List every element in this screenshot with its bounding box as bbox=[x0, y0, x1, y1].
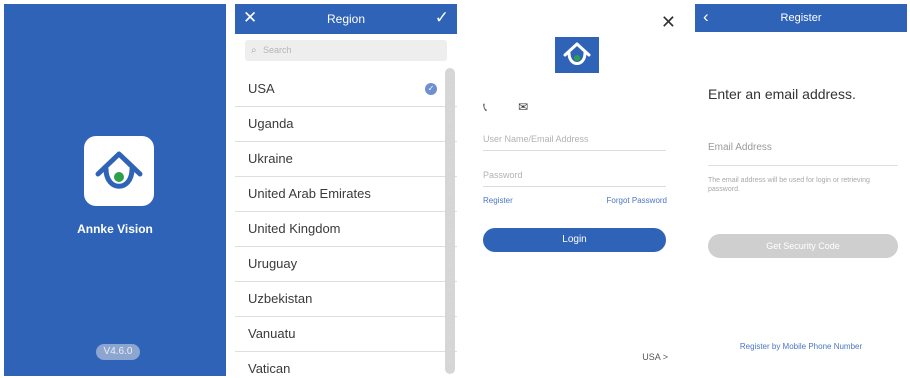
forgot-password-link[interactable]: Forgot Password bbox=[607, 196, 667, 205]
register-header: ‹ Register bbox=[695, 4, 907, 32]
index-tick[interactable]: · bbox=[445, 116, 455, 128]
index-tick[interactable]: · bbox=[445, 248, 455, 260]
list-item[interactable]: Vanuatu bbox=[235, 317, 457, 352]
field-divider bbox=[483, 150, 666, 151]
username-field[interactable]: User Name/Email Address bbox=[483, 134, 589, 144]
index-tick[interactable]: · bbox=[445, 272, 455, 284]
index-tick[interactable]: · bbox=[445, 308, 455, 320]
list-item[interactable]: United Arab Emirates bbox=[235, 177, 457, 212]
house-logo-icon bbox=[555, 37, 599, 73]
index-tick[interactable]: · bbox=[445, 80, 455, 92]
index-tick[interactable]: · bbox=[445, 224, 455, 236]
house-logo-icon bbox=[84, 136, 154, 206]
register-heading: Enter an email address. bbox=[708, 86, 856, 102]
chevron-right-icon: > bbox=[662, 352, 668, 362]
region-label: USA bbox=[642, 352, 661, 362]
search-input[interactable]: ⌕ Search bbox=[245, 40, 447, 61]
register-link[interactable]: Register bbox=[483, 196, 513, 205]
index-tick[interactable]: · bbox=[445, 332, 455, 344]
index-tick[interactable]: · bbox=[445, 236, 455, 248]
region-screen: ✕ Region ✓ ⌕ Search USA ✓ Uganda Ukraine… bbox=[235, 4, 457, 376]
list-item[interactable]: Vatican bbox=[235, 352, 457, 376]
register-by-phone-link[interactable]: Register by Mobile Phone Number bbox=[695, 342, 907, 351]
search-placeholder: Search bbox=[263, 45, 292, 55]
list-item[interactable]: USA ✓ bbox=[235, 72, 457, 107]
index-tick[interactable]: · bbox=[445, 260, 455, 272]
country-list: USA ✓ Uganda Ukraine United Arab Emirate… bbox=[235, 72, 457, 376]
close-icon[interactable]: ✕ bbox=[661, 12, 676, 33]
index-tick[interactable]: · bbox=[445, 356, 455, 368]
index-tick[interactable]: · bbox=[445, 200, 455, 212]
index-tick[interactable]: · bbox=[445, 164, 455, 176]
index-tick[interactable]: · bbox=[445, 296, 455, 308]
alphabet-index-scrollbar[interactable]: · · · · · · · · · · · · · · · · · · · · · · · · · bbox=[445, 68, 455, 374]
search-icon: ⌕ bbox=[251, 45, 257, 56]
list-item[interactable]: Uruguay bbox=[235, 247, 457, 282]
register-screen: ‹ Register Enter an email address. Email… bbox=[695, 4, 907, 376]
list-item[interactable]: Ukraine bbox=[235, 142, 457, 177]
index-tick[interactable]: · bbox=[445, 128, 455, 140]
envelope-icon[interactable]: ✉ bbox=[518, 100, 528, 114]
index-tick[interactable]: · bbox=[445, 284, 455, 296]
index-tick[interactable]: · bbox=[445, 188, 455, 200]
index-tick[interactable]: · bbox=[445, 92, 455, 104]
email-field[interactable]: Email Address bbox=[708, 142, 772, 153]
get-security-code-button[interactable]: Get Security Code bbox=[708, 234, 898, 258]
splash-screen: Annke Vision V4.6.0 bbox=[4, 4, 226, 376]
register-title: Register bbox=[780, 12, 822, 24]
region-title: Region bbox=[326, 12, 366, 26]
index-tick[interactable]: · bbox=[445, 320, 455, 332]
checkmark-icon[interactable]: ✓ bbox=[435, 8, 449, 28]
login-screen: ✕ 📞︎ ✉ User Name/Email Address Password … bbox=[466, 4, 688, 376]
version-badge: V4.6.0 bbox=[96, 344, 140, 360]
index-tick[interactable]: · bbox=[445, 104, 455, 116]
region-header: ✕ Region ✓ bbox=[235, 4, 457, 34]
index-tick[interactable]: · bbox=[445, 344, 455, 356]
login-button[interactable]: Login bbox=[483, 228, 666, 252]
list-item[interactable]: United Kingdom bbox=[235, 212, 457, 247]
index-tick[interactable]: · bbox=[445, 140, 455, 152]
field-divider bbox=[483, 186, 666, 187]
index-tick[interactable]: · bbox=[445, 152, 455, 164]
index-tick[interactable]: · bbox=[445, 176, 455, 188]
index-tick[interactable]: · bbox=[445, 68, 455, 80]
phone-icon[interactable]: 📞︎ bbox=[483, 100, 487, 115]
selected-check-icon: ✓ bbox=[425, 83, 437, 95]
list-item[interactable]: Uganda bbox=[235, 107, 457, 142]
app-name: Annke Vision bbox=[77, 222, 153, 236]
field-divider bbox=[708, 165, 898, 166]
email-hint: The email address will be used for login… bbox=[708, 177, 870, 193]
region-selector[interactable]: USA > bbox=[642, 352, 668, 362]
password-field[interactable]: Password bbox=[483, 170, 523, 180]
list-item[interactable]: Uzbekistan bbox=[235, 282, 457, 317]
index-tick[interactable]: · bbox=[445, 212, 455, 224]
